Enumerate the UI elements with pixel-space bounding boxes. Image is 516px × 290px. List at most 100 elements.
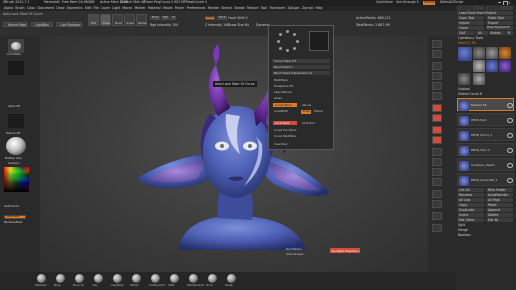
home-page-button[interactable]: Home Page (3, 21, 28, 27)
subtool-row[interactable]: PM3D_Sphere3D_1 (457, 173, 514, 186)
modifiers-label[interactable]: Modifiers (274, 79, 288, 82)
all-low-button[interactable]: All Low (457, 198, 484, 202)
all-high-button[interactable]: All High (486, 198, 513, 202)
menu-item[interactable]: Stroke (234, 6, 244, 10)
menu-item[interactable]: Layer (101, 6, 110, 10)
brush-button[interactable] (94, 274, 103, 283)
load-tool-button[interactable]: Load Tool (457, 6, 484, 10)
eye-icon[interactable] (507, 133, 513, 138)
stroke-dot-icon[interactable] (279, 47, 283, 51)
stroke-dot-icon[interactable] (286, 49, 290, 53)
subtool-row[interactable]: Sculpture_Head1 (457, 158, 514, 171)
menu-item[interactable]: Light (112, 6, 120, 10)
frame-icon[interactable] (432, 148, 442, 156)
stroke-dot-icon[interactable] (279, 33, 283, 37)
sculpture-fit-label[interactable]: Sculpture Fit (274, 85, 293, 88)
persp-icon[interactable] (432, 104, 442, 112)
tool-thumbnail[interactable] (473, 47, 485, 59)
brush-button[interactable] (227, 274, 236, 283)
mrgb-button[interactable]: Mrgb (150, 15, 160, 20)
scale-button[interactable]: Scale (124, 13, 135, 26)
menu-item[interactable]: Brush (15, 6, 24, 10)
export-button[interactable]: Export (486, 21, 513, 25)
stroke-dot-icon[interactable] (293, 47, 297, 51)
auto-groups-label[interactable]: Auto Groups (286, 253, 303, 256)
material-thumbnail[interactable] (6, 136, 26, 155)
spotlight-projection-button[interactable]: Spotlight Projection (330, 248, 361, 253)
menu-item[interactable]: Movie (163, 6, 172, 10)
save-as-button[interactable]: Save As (486, 6, 513, 10)
see-through[interactable]: See-through 0 (396, 0, 419, 4)
solo-icon[interactable] (432, 212, 442, 220)
merge-label[interactable]: Merge (458, 228, 468, 232)
transp-icon[interactable] (432, 200, 442, 208)
tool-thumbnail[interactable] (499, 60, 511, 72)
menu-item[interactable]: Color (27, 6, 35, 10)
quicksave-button[interactable]: QuickSave (376, 0, 393, 4)
insert-button[interactable]: Insert (457, 213, 484, 217)
spix-icon[interactable] (432, 50, 442, 58)
move-button[interactable]: Move (112, 13, 123, 26)
tool-thumbnail[interactable] (458, 47, 472, 61)
aahalf-icon[interactable] (432, 92, 442, 100)
rotate-icon[interactable] (432, 178, 442, 186)
duplicate-button[interactable]: Duplicate (457, 208, 484, 212)
menu-item[interactable]: Alpha (4, 6, 13, 10)
floor-icon[interactable] (432, 114, 442, 122)
zsub-button[interactable]: Zsub (217, 15, 227, 20)
lightbox-tools-label[interactable]: Lightbox ▸ Tools (458, 36, 483, 40)
menus-button[interactable]: Menus (423, 0, 436, 5)
frame-button[interactable]: Frame (314, 110, 323, 113)
local-icon[interactable] (432, 126, 442, 134)
z-intensity-slider[interactable]: Z Intensity 100 (205, 23, 229, 27)
menu-item[interactable]: Stencil (221, 6, 232, 10)
tool-thumbnail[interactable] (499, 47, 511, 59)
eye-icon[interactable] (507, 178, 513, 183)
brush-button[interactable] (151, 274, 160, 283)
menu-item[interactable]: Zplugin (287, 6, 299, 10)
menu-item[interactable]: File (93, 6, 98, 10)
curve-modifiers-label[interactable]: Curve Modifiers (274, 135, 296, 138)
visible-button[interactable]: Visible (489, 31, 505, 35)
draw-button[interactable]: Draw (100, 13, 111, 26)
load-from-project-button[interactable]: Load Tools From Project (457, 11, 513, 15)
del-other-button[interactable]: Del Other (457, 218, 484, 222)
tool-thumbnail[interactable] (486, 60, 498, 72)
menu-item[interactable]: Render (208, 6, 219, 10)
goz-button[interactable]: GoZ (457, 31, 475, 35)
switch-color-label[interactable]: SwitchColor (4, 205, 19, 209)
scroll-icon[interactable] (432, 62, 442, 70)
append-button[interactable]: Append (486, 208, 513, 212)
menu-item[interactable]: Transform (269, 6, 285, 10)
menu-item[interactable]: Macro (123, 6, 133, 10)
menu-item[interactable]: Edit (85, 6, 91, 10)
polyf-icon[interactable] (432, 190, 442, 198)
lines-label[interactable]: Lines (274, 97, 282, 100)
tool-thumbnail[interactable] (458, 73, 470, 85)
xyz-icon[interactable] (432, 136, 442, 144)
as-line-button[interactable]: AsLine (302, 103, 311, 107)
split-label[interactable]: Split (458, 223, 465, 227)
live-boolean-button[interactable]: Live Boolean (56, 21, 82, 27)
eye-icon[interactable] (507, 148, 513, 153)
brush-button[interactable] (208, 274, 217, 283)
actual-icon[interactable] (432, 82, 442, 90)
rgb-intensity-slider[interactable]: Rgb Intensity 100 (150, 23, 178, 27)
backface-mask-label[interactable]: BackfaceMask (4, 221, 23, 225)
menu-item[interactable]: Draw (56, 6, 64, 10)
subtool-row[interactable]: Mesh12 56 (457, 98, 514, 111)
menu-item[interactable]: Zscript (302, 6, 313, 10)
snap-button[interactable]: Snap (301, 109, 311, 114)
stroke-dot-icon[interactable] (277, 40, 281, 44)
tool-thumbnail[interactable] (473, 73, 485, 85)
alpha-thumbnail[interactable] (8, 60, 24, 75)
rename-button[interactable]: Rename (457, 193, 484, 197)
brush-button[interactable] (170, 274, 179, 283)
paste-tool-button[interactable]: Paste Tool (486, 16, 513, 20)
alternate-button[interactable]: Alternate (4, 214, 26, 219)
brush-button[interactable] (37, 274, 46, 283)
rgb-button[interactable]: Rgb (161, 15, 169, 20)
list-all-button[interactable]: List All (457, 188, 484, 192)
menu-item[interactable]: Marker (134, 6, 145, 10)
edit-button[interactable]: Edit (88, 13, 99, 26)
